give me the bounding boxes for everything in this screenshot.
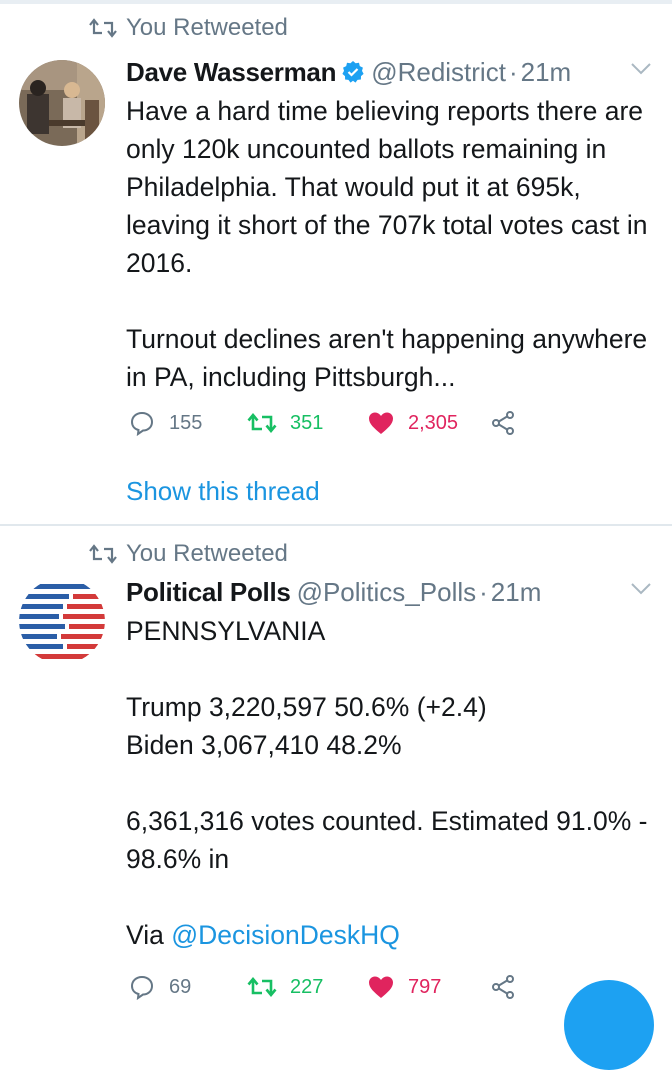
like-heart-icon: [369, 976, 393, 998]
reply-button[interactable]: 69: [126, 974, 246, 1000]
timestamp: 21m: [520, 56, 572, 87]
retweeted-label: You Retweeted: [126, 14, 288, 41]
chevron-down-icon[interactable]: [630, 62, 652, 76]
author-name[interactable]: Political Polls: [126, 577, 291, 608]
tweet-content: Political Polls @Politics_Polls · 21m PE…: [126, 572, 666, 954]
retweeted-label: You Retweeted: [126, 540, 288, 567]
action-bar: 69 227 797: [126, 974, 516, 1000]
tweet-content: Dave Wasserman @Redistrict · 21m Have a …: [126, 52, 666, 396]
tweet-text: PENNSYLVANIA Trump 3,220,597 50.6% (+2.4…: [126, 612, 666, 954]
action-bar: 155 351 2,305: [126, 410, 516, 436]
show-thread-link[interactable]: Show this thread: [126, 476, 320, 507]
retweet-icon: [89, 544, 117, 564]
mention-link[interactable]: @DecisionDeskHQ: [171, 920, 400, 950]
retweeted-indicator: You Retweeted: [88, 540, 288, 568]
reply-icon: [130, 975, 154, 1000]
separator-dot: ·: [508, 56, 518, 87]
share-button[interactable]: [490, 410, 516, 436]
reply-icon: [130, 411, 154, 436]
like-count: 797: [408, 975, 442, 998]
author-handle[interactable]: @Politics_Polls: [297, 577, 477, 608]
like-button[interactable]: 797: [368, 975, 490, 999]
share-icon: [492, 975, 514, 999]
timestamp: 21m: [490, 576, 542, 607]
tweet-header: Dave Wasserman @Redistrict · 21m: [126, 52, 666, 92]
like-button[interactable]: 2,305: [368, 411, 490, 435]
retweet-count: 227: [290, 975, 324, 998]
retweet-button[interactable]: 227: [246, 975, 368, 999]
avatar-photo: [19, 60, 105, 146]
retweeted-indicator: You Retweeted: [88, 14, 288, 42]
separator-dot: ·: [479, 576, 488, 607]
share-icon: [492, 411, 514, 435]
reply-button[interactable]: 155: [126, 410, 246, 436]
tweet-text-body: PENNSYLVANIA Trump 3,220,597 50.6% (+2.4…: [126, 616, 648, 950]
author-handle[interactable]: @Redistrict: [371, 57, 506, 88]
like-heart-icon: [369, 412, 393, 434]
tweet-card-political-polls[interactable]: You Retweeted Political Polls @Politics_…: [0, 526, 672, 1000]
tweet-header: Political Polls @Politics_Polls · 21m: [126, 572, 666, 612]
tweet-text: Have a hard time believing reports there…: [126, 96, 648, 392]
retweet-button[interactable]: 351: [246, 411, 368, 435]
reply-count: 155: [169, 411, 203, 434]
retweet-count: 351: [290, 411, 324, 434]
retweet-icon: [89, 18, 117, 38]
compose-tweet-button[interactable]: [564, 980, 654, 1070]
author-name[interactable]: Dave Wasserman: [126, 57, 336, 88]
verified-badge-icon: [342, 61, 364, 83]
avatar-logo: [19, 578, 105, 664]
tweet-card-wasserman[interactable]: You Retweeted Dave Wasserman @Redistrict…: [0, 0, 672, 524]
avatar[interactable]: [19, 60, 105, 146]
chevron-down-icon[interactable]: [630, 582, 652, 596]
share-button[interactable]: [490, 974, 516, 1000]
avatar[interactable]: [19, 578, 105, 664]
reply-count: 69: [169, 975, 192, 998]
like-count: 2,305: [408, 411, 459, 434]
retweet-icon: [247, 976, 277, 998]
retweet-icon: [247, 412, 277, 434]
